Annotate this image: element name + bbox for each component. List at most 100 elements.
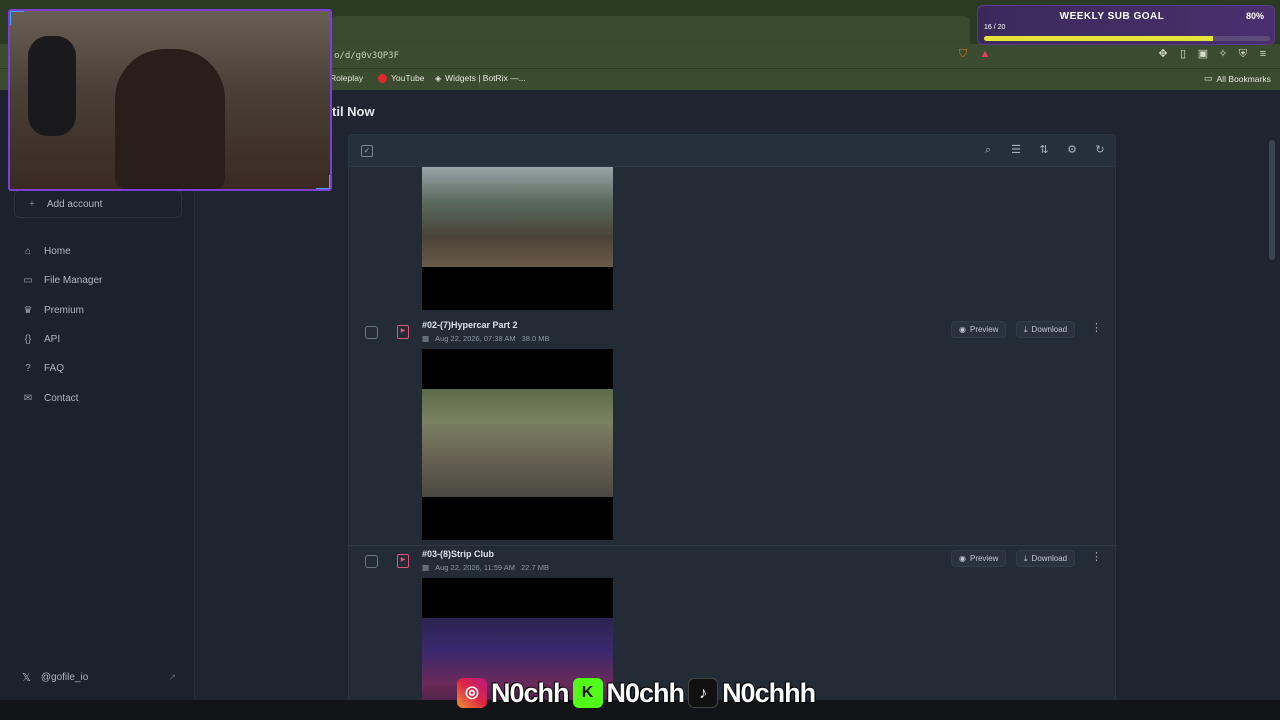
bookmark-roleplay[interactable]: Roleplay — [330, 73, 363, 83]
calendar-icon: ▦ — [422, 563, 430, 572]
frame-corner — [316, 175, 330, 189]
extensions-icon[interactable]: ✥ — [1156, 47, 1170, 61]
vpn-shield-icon[interactable]: ⛨ — [1236, 47, 1250, 61]
help-circle-icon: ? — [25, 363, 31, 375]
frame-corner — [10, 11, 24, 25]
file-checkbox[interactable] — [365, 555, 378, 568]
bookmark-label: Widgets | BotRix —... — [445, 73, 526, 83]
folder-icon: ▭ — [1204, 73, 1213, 83]
folder-icon: ▭ — [23, 275, 33, 287]
screen: o/d/g0v3QP3F ⛉ ▲ ✥ ▯ ▣ ✧ ⛨ ≡ Roleplay Yo… — [0, 0, 1280, 720]
goal-percent: 80% — [1245, 11, 1264, 21]
goal-progress-track — [984, 36, 1270, 41]
download-button[interactable]: ⤓ Download — [1016, 321, 1076, 338]
sidebar-item-contact[interactable]: ✉ Contact — [14, 383, 182, 412]
bookmark-botrix[interactable]: ◈ Widgets | BotRix —... — [435, 73, 526, 83]
preview-button[interactable]: ◉ Preview — [951, 550, 1007, 567]
webcam-overlay — [8, 9, 332, 191]
video-file-icon: ▶ — [397, 325, 409, 339]
goal-title: WEEKLY SUB GOAL — [1059, 11, 1165, 22]
file-list-panel: ✓ ⌕ ☰ ⇅ ⚙ ↻ ▶ #02-(7)Hypercar Part 2 ▦ A… — [348, 134, 1116, 720]
page-title: til Now — [332, 104, 375, 119]
add-account-button[interactable]: + Add account — [14, 190, 182, 218]
preview-button[interactable]: ◉ Preview — [951, 321, 1007, 338]
goal-progress-fill — [984, 36, 1213, 41]
brave-shield-icon[interactable]: ⛉ — [956, 47, 970, 61]
video-thumbnail[interactable] — [422, 167, 613, 310]
file-list-toolbar: ✓ ⌕ ☰ ⇅ ⚙ ↻ — [349, 135, 1115, 167]
file-checkbox[interactable] — [365, 326, 378, 339]
preview-label: Preview — [969, 325, 999, 334]
all-bookmarks-label: All Bookmarks — [1216, 73, 1271, 84]
file-date: Aug 22, 2026, 11:59 AM — [435, 563, 516, 572]
sidebar-item-label: Premium — [44, 304, 85, 316]
sidebar-item-api[interactable]: {} API — [14, 325, 182, 354]
youtube-icon — [378, 73, 387, 83]
sidebar-item-premium[interactable]: ♛ Premium — [14, 296, 182, 325]
botrix-icon: ◈ — [435, 73, 442, 83]
sidebar-item-file-manager[interactable]: ▭ File Manager — [14, 266, 182, 295]
sidebar-item-home[interactable]: ⌂ Home — [14, 237, 182, 266]
browser-active-tab[interactable] — [330, 16, 970, 44]
rewards-icon[interactable]: ▲ — [978, 47, 992, 61]
wallet-icon[interactable]: ▣ — [1196, 47, 1210, 61]
video-frame — [422, 389, 613, 497]
sidebar-item-label: API — [44, 334, 61, 346]
eye-icon: ◉ — [959, 325, 966, 334]
file-meta: ▦ Aug 22, 2026, 07:38 AM 38.0 MB — [422, 334, 550, 343]
sidebar-item-label: Contact — [44, 392, 79, 404]
tiktok-handle: N0chhh — [722, 677, 816, 708]
all-bookmarks[interactable]: ▭ All Bookmarks — [1204, 73, 1271, 84]
code-braces-icon: {} — [24, 334, 32, 346]
eye-icon: ◉ — [959, 554, 966, 563]
more-options-icon[interactable]: ⋮ — [1091, 321, 1102, 334]
preview-label: Preview — [969, 554, 999, 563]
download-icon: ⤓ — [1024, 553, 1028, 563]
download-label: Download — [1031, 554, 1068, 563]
file-size: 22.7 MB — [521, 563, 549, 572]
x-logo-icon: 𝕏 — [22, 671, 31, 684]
goal-count: 16 / 20 — [984, 24, 1006, 31]
kick-icon: K — [572, 678, 603, 708]
settings-sliders-icon[interactable]: ⚙ — [1065, 143, 1079, 157]
twitter-handle: @gofile_io — [40, 671, 89, 683]
crown-icon: ♛ — [23, 304, 33, 316]
video-frame — [422, 167, 613, 267]
filter-icon[interactable]: ☰ — [1009, 143, 1023, 157]
sidebar-toggle-icon[interactable]: ▯ — [1176, 47, 1190, 61]
file-row: ▶ #02-(7)Hypercar Part 2 ▦ Aug 22, 2026,… — [349, 317, 1115, 545]
sidebar-nav: ⌂ Home ▭ File Manager ♛ Premium {} API ? — [14, 237, 182, 413]
menu-icon[interactable]: ≡ — [1256, 47, 1270, 61]
instagram-icon: ◎ — [457, 678, 487, 708]
sidebar-item-label: FAQ — [44, 363, 65, 375]
search-icon[interactable]: ⌕ — [981, 143, 995, 157]
external-link-icon: ↗ — [168, 671, 176, 682]
bookmark-label: Roleplay — [330, 73, 364, 83]
bookmark-label: YouTube — [391, 73, 425, 83]
download-icon: ⤓ — [1024, 324, 1028, 334]
twitter-link[interactable]: 𝕏 @gofile_io ↗ — [14, 668, 182, 686]
home-icon: ⌂ — [24, 246, 32, 258]
file-date: Aug 22, 2026, 07:38 AM — [435, 334, 516, 343]
video-thumbnail[interactable] — [422, 349, 613, 540]
sort-icon[interactable]: ⇅ — [1037, 143, 1051, 157]
more-options-icon[interactable]: ⋮ — [1091, 550, 1102, 563]
file-meta: ▦ Aug 22, 2026, 11:59 AM 22.7 MB — [422, 563, 549, 572]
bookmark-youtube[interactable]: YouTube — [378, 73, 424, 83]
file-name[interactable]: #02-(7)Hypercar Part 2 — [422, 320, 518, 330]
leo-ai-icon[interactable]: ✧ — [1216, 47, 1230, 61]
sub-goal-widget: WEEKLY SUB GOAL 80% 16 / 20 — [977, 5, 1275, 45]
download-label: Download — [1031, 325, 1068, 334]
address-field[interactable]: o/d/g0v3QP3F — [330, 46, 950, 66]
page-scrollbar[interactable] — [1269, 140, 1275, 260]
social-handles: ◎ N0chh K N0chh ♪ N0chhh — [457, 676, 816, 710]
file-name[interactable]: #03-(8)Strip Club — [422, 549, 494, 559]
instagram-handle: N0chh — [491, 677, 570, 708]
sidebar-item-faq[interactable]: ? FAQ — [14, 354, 182, 383]
video-file-icon: ▶ — [397, 554, 409, 568]
refresh-icon[interactable]: ↻ — [1093, 143, 1107, 157]
tiktok-icon: ♪ — [688, 678, 719, 708]
download-button[interactable]: ⤓ Download — [1016, 550, 1076, 567]
select-all-checkbox[interactable]: ✓ — [361, 145, 373, 157]
microphone — [28, 36, 76, 136]
